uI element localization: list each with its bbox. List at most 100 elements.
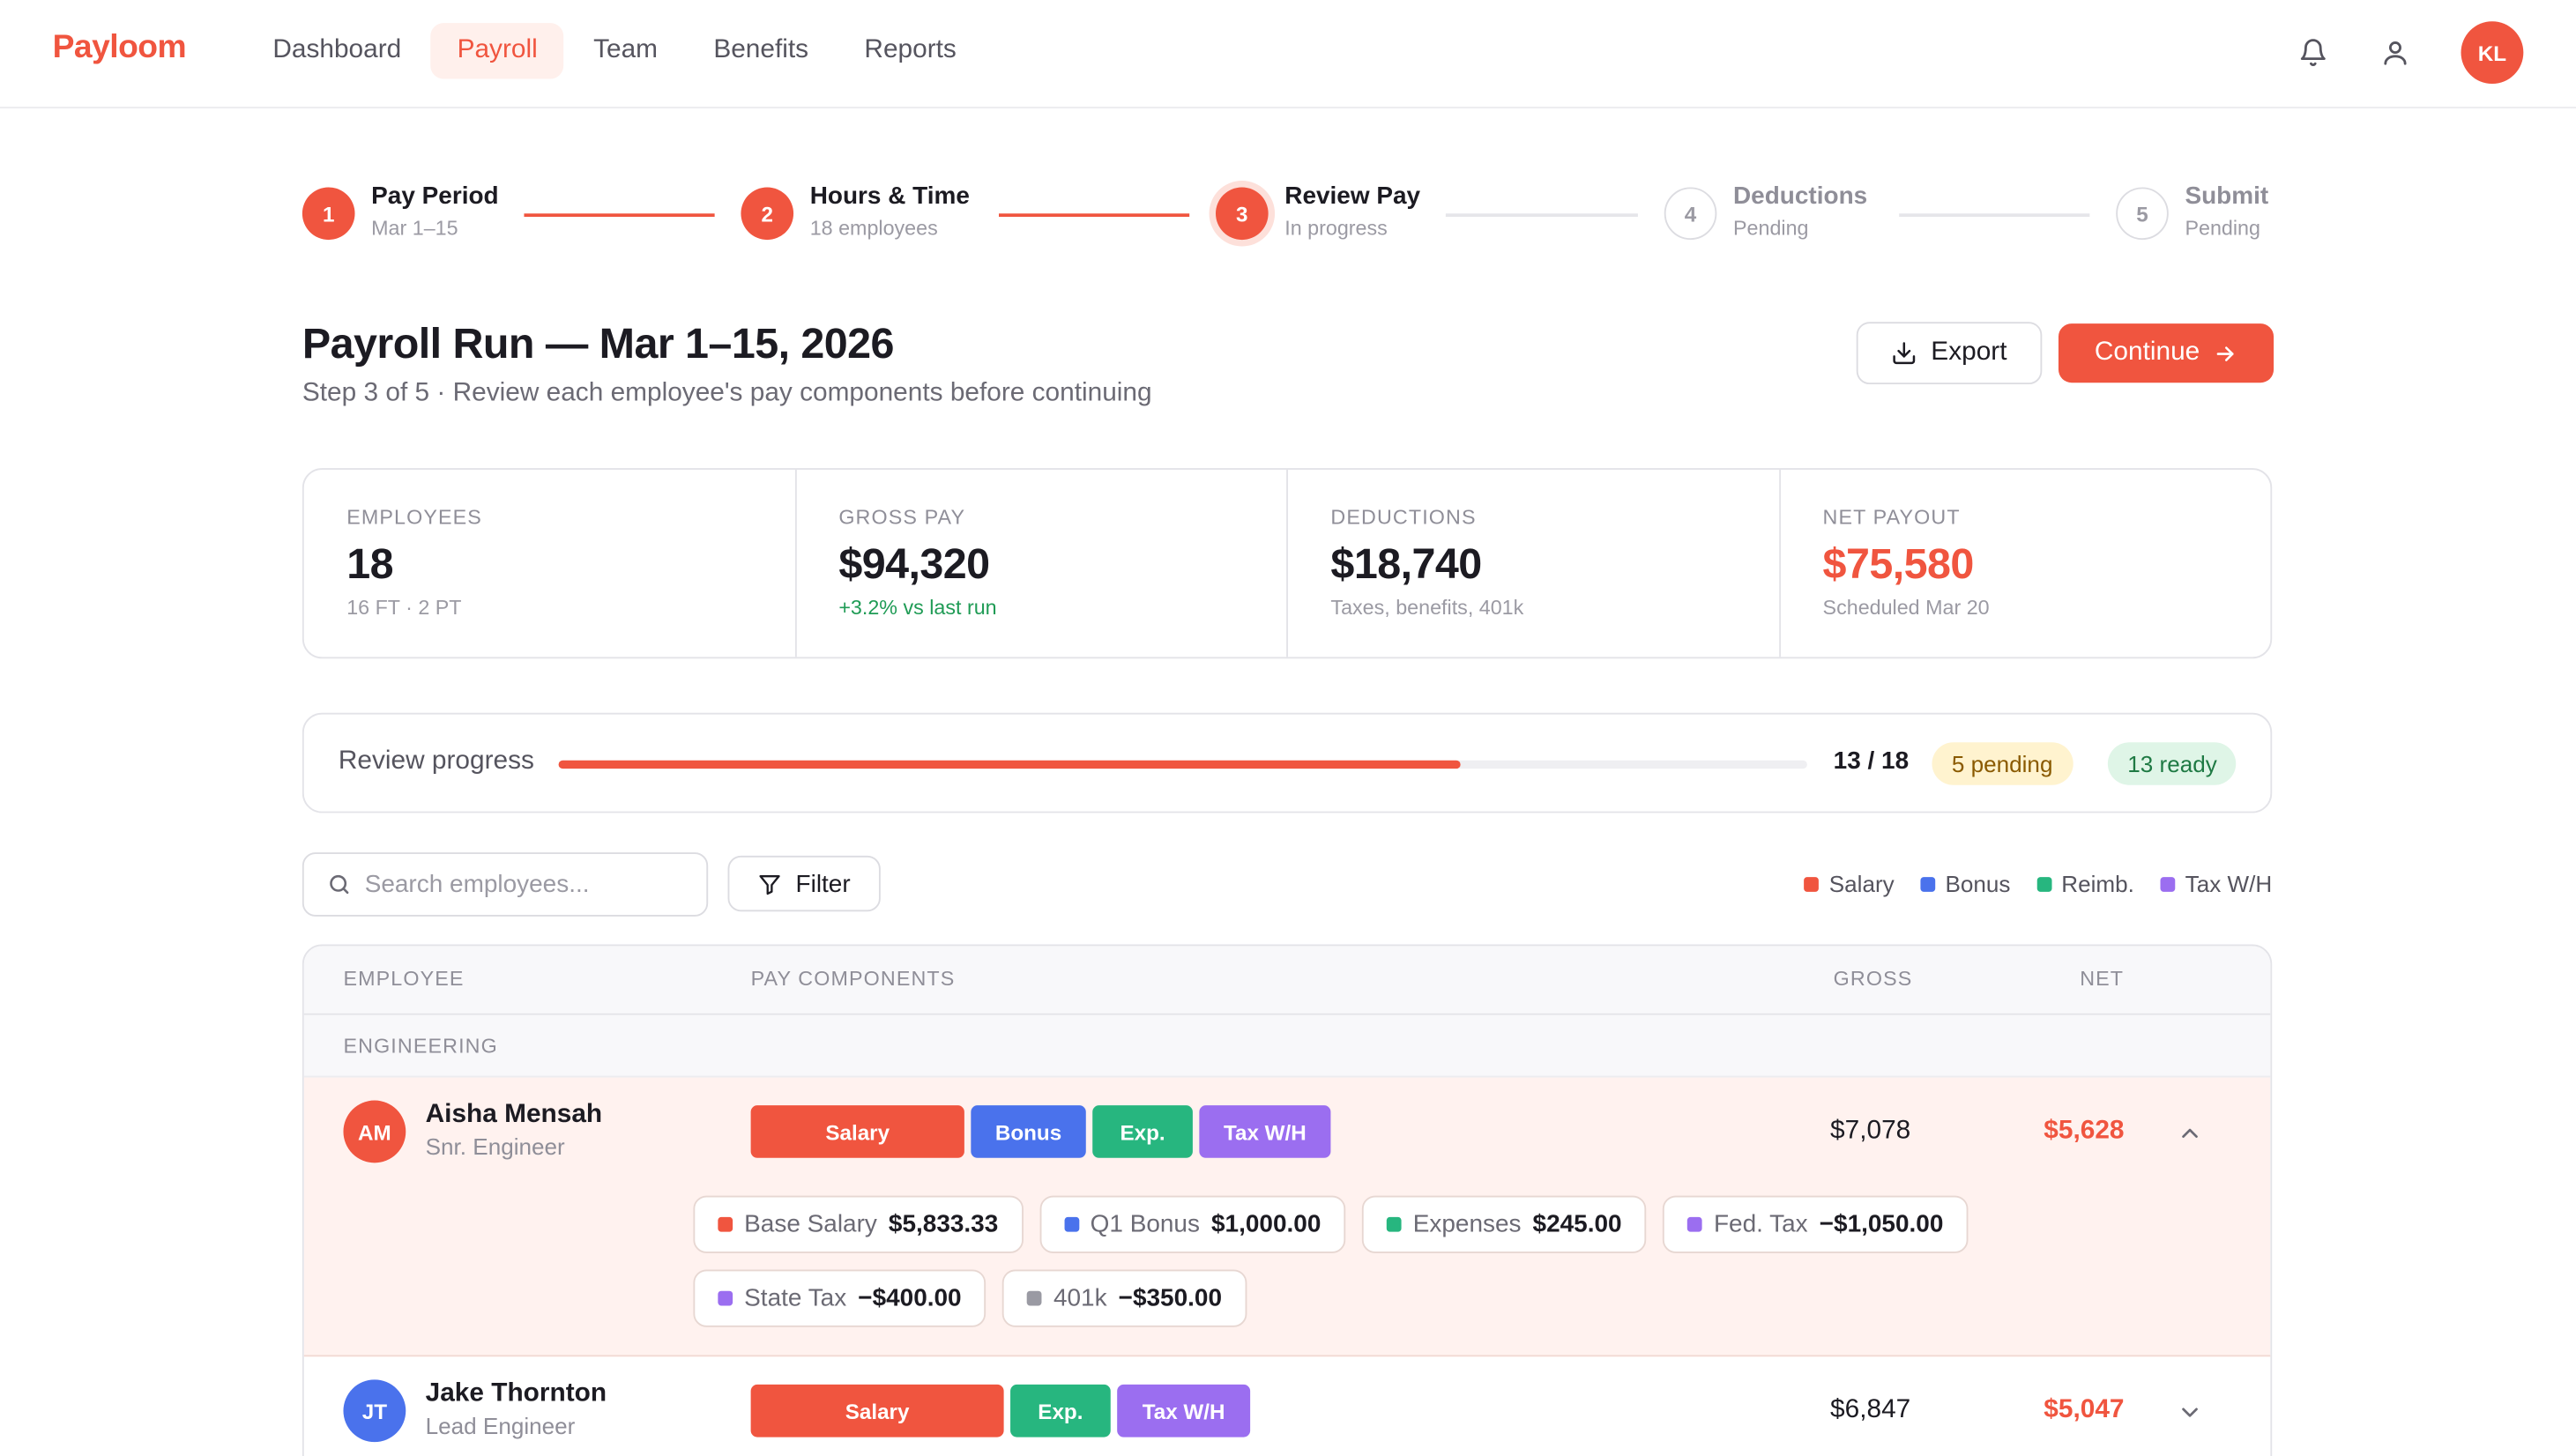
expand-row-button[interactable] [2177, 1400, 2203, 1426]
export-label: Export [1931, 338, 2007, 367]
group-label: Engineering [343, 1035, 498, 1059]
nav-item-payroll[interactable]: Payroll [430, 23, 564, 79]
nav-item-reports[interactable]: Reports [838, 23, 983, 78]
pay-components-bar: Salary Bonus Exp. Tax W/H [750, 1105, 1331, 1158]
export-button[interactable]: Export [1856, 322, 2043, 385]
column-header-gross[interactable]: Gross [1834, 968, 1913, 991]
stat-label: Net Payout [1822, 505, 1961, 530]
top-actions: KL [2287, 19, 2524, 85]
legend-item-reimbursement: Reimb. [2036, 871, 2134, 896]
employee-pay-table: Employee Pay Components Gross Net Engine… [302, 944, 2273, 1456]
chip-swatch [1027, 1290, 1042, 1306]
collapse-row-button[interactable] [2177, 1120, 2203, 1147]
arrow-right-icon [2216, 345, 2234, 360]
chip-amount: $245.00 [1532, 1210, 1622, 1239]
main-nav: Dashboard Payroll Team Benefits Reports [247, 23, 986, 79]
page-title: Payroll Run — Mar 1–15, 2026 [302, 318, 895, 368]
stat-label: Deductions [1330, 505, 1477, 530]
avatar: JT [343, 1379, 406, 1443]
ready-badge[interactable]: 13 ready [2107, 742, 2237, 785]
component-segment-expenses[interactable]: Exp. [1092, 1105, 1193, 1158]
chip-swatch [718, 1216, 733, 1232]
nav-item-benefits[interactable]: Benefits [688, 23, 835, 78]
group-header-row: Engineering [303, 1014, 2271, 1078]
profile-button[interactable] [2369, 19, 2422, 85]
legend-swatch [1920, 876, 1936, 891]
user-avatar[interactable]: KL [2461, 21, 2524, 85]
detail-chip-expenses[interactable]: Expenses $245.00 [1361, 1195, 1647, 1253]
stat-note: Taxes, benefits, 401k [1330, 596, 1524, 620]
step-number: 2 [741, 187, 794, 241]
review-progress-card: Review progress 13 / 18 5 pending 13 rea… [302, 712, 2273, 813]
employee-name[interactable]: Aisha Mensah [426, 1101, 603, 1131]
step-connector [524, 213, 715, 217]
step-pay-period[interactable]: 1 Pay Period Mar 1–15 [302, 181, 499, 243]
notifications-button[interactable] [2287, 19, 2340, 85]
component-segment-bonus[interactable]: Bonus [971, 1105, 1086, 1158]
table-header: Employee Pay Components Gross Net [303, 946, 2271, 1015]
column-header-net[interactable]: Net [2080, 968, 2124, 991]
step-connector [1899, 213, 2090, 217]
detail-chip-401k[interactable]: 401k −$350.00 [1002, 1269, 1247, 1327]
payroll-stepper: 1 Pay Period Mar 1–15 2 Hours & Time 18 … [302, 181, 2274, 253]
step-title: Deductions [1732, 182, 1868, 211]
filter-button[interactable]: Filter [727, 855, 881, 912]
detail-chip-state-tax[interactable]: State Tax −$400.00 [693, 1269, 986, 1327]
search-box[interactable] [302, 852, 709, 917]
gross-amount: $6,847 [1830, 1395, 1911, 1424]
component-segment-tax[interactable]: Tax W/H [1199, 1105, 1331, 1158]
detail-chip-fed-tax[interactable]: Fed. Tax −$1,050.00 [1663, 1195, 1969, 1253]
nav-item-dashboard[interactable]: Dashboard [247, 23, 428, 78]
chip-amount: −$350.00 [1118, 1284, 1223, 1312]
filter-icon [760, 874, 781, 895]
payroll-page: Payloom Dashboard Payroll Team Benefits … [0, 0, 2576, 1456]
step-number: 4 [1664, 187, 1717, 241]
detail-chip-bonus[interactable]: Q1 Bonus $1,000.00 [1039, 1195, 1346, 1253]
step-subtitle: Pending [1732, 216, 1809, 241]
pay-component-legend: Salary Bonus Reimb. Tax W/H [1804, 871, 2272, 896]
chip-amount: $1,000.00 [1211, 1210, 1322, 1239]
column-header-employee[interactable]: Employee [343, 968, 464, 991]
stat-value: $94,320 [838, 539, 990, 589]
chip-label: Q1 Bonus [1090, 1210, 1200, 1239]
column-header-pay-components[interactable]: Pay Components [751, 968, 956, 991]
continue-label: Continue [2094, 338, 2200, 367]
stat-net-payout: Net Payout $75,580 Scheduled Mar 20 [1780, 470, 2270, 657]
component-segment-expenses[interactable]: Exp. [1010, 1384, 1111, 1437]
detail-chip-base-salary[interactable]: Base Salary $5,833.33 [693, 1195, 1024, 1253]
step-hours-time[interactable]: 2 Hours & Time 18 employees [741, 181, 970, 243]
search-input[interactable] [364, 870, 677, 899]
component-segment-tax[interactable]: Tax W/H [1117, 1384, 1251, 1437]
chevron-down-icon [2182, 1408, 2198, 1417]
stat-value: $75,580 [1822, 539, 1975, 589]
step-number: 1 [302, 187, 355, 241]
component-segment-salary[interactable]: Salary [750, 1105, 964, 1158]
nav-item-team[interactable]: Team [567, 23, 684, 78]
chip-amount: −$1,050.00 [1819, 1210, 1944, 1239]
table-row[interactable]: JT Jake Thornton Lead Engineer Salary Ex… [304, 1356, 2271, 1456]
step-review-pay[interactable]: 3 Review Pay In progress [1215, 181, 1420, 243]
stat-note: 16 FT · 2 PT [346, 596, 462, 620]
pay-components-bar: Salary Exp. Tax W/H [750, 1384, 1251, 1437]
pending-badge[interactable]: 5 pending [1932, 742, 2073, 785]
step-title: Pay Period [371, 182, 499, 211]
app-logo[interactable]: Payloom [53, 30, 187, 68]
legend-item-bonus: Bonus [1920, 871, 2010, 896]
employee-name[interactable]: Jake Thornton [426, 1379, 607, 1409]
step-title: Hours & Time [809, 182, 970, 211]
step-number: 3 [1215, 187, 1269, 241]
chevron-up-icon [2182, 1128, 2198, 1138]
chip-label: 401k [1053, 1284, 1107, 1312]
filter-label: Filter [795, 869, 851, 898]
continue-button[interactable]: Continue [2058, 323, 2274, 383]
step-deductions[interactable]: 4 Deductions Pending [1664, 181, 1867, 243]
chip-swatch [1063, 1216, 1079, 1232]
table-row[interactable]: AM Aisha Mensah Snr. Engineer Salary Bon… [303, 1077, 2271, 1357]
step-submit[interactable]: 5 Submit Pending [2116, 181, 2268, 243]
page-subtitle: Step 3 of 5 · Review each employee's pay… [302, 379, 1152, 408]
chip-amount: −$400.00 [858, 1284, 962, 1312]
component-segment-salary[interactable]: Salary [750, 1384, 1004, 1437]
progress-bar-fill [558, 760, 1461, 769]
stat-deductions: Deductions $18,740 Taxes, benefits, 401k [1288, 469, 1781, 657]
summary-stats: Employees 18 16 FT · 2 PT Gross Pay $94,… [302, 468, 2273, 659]
